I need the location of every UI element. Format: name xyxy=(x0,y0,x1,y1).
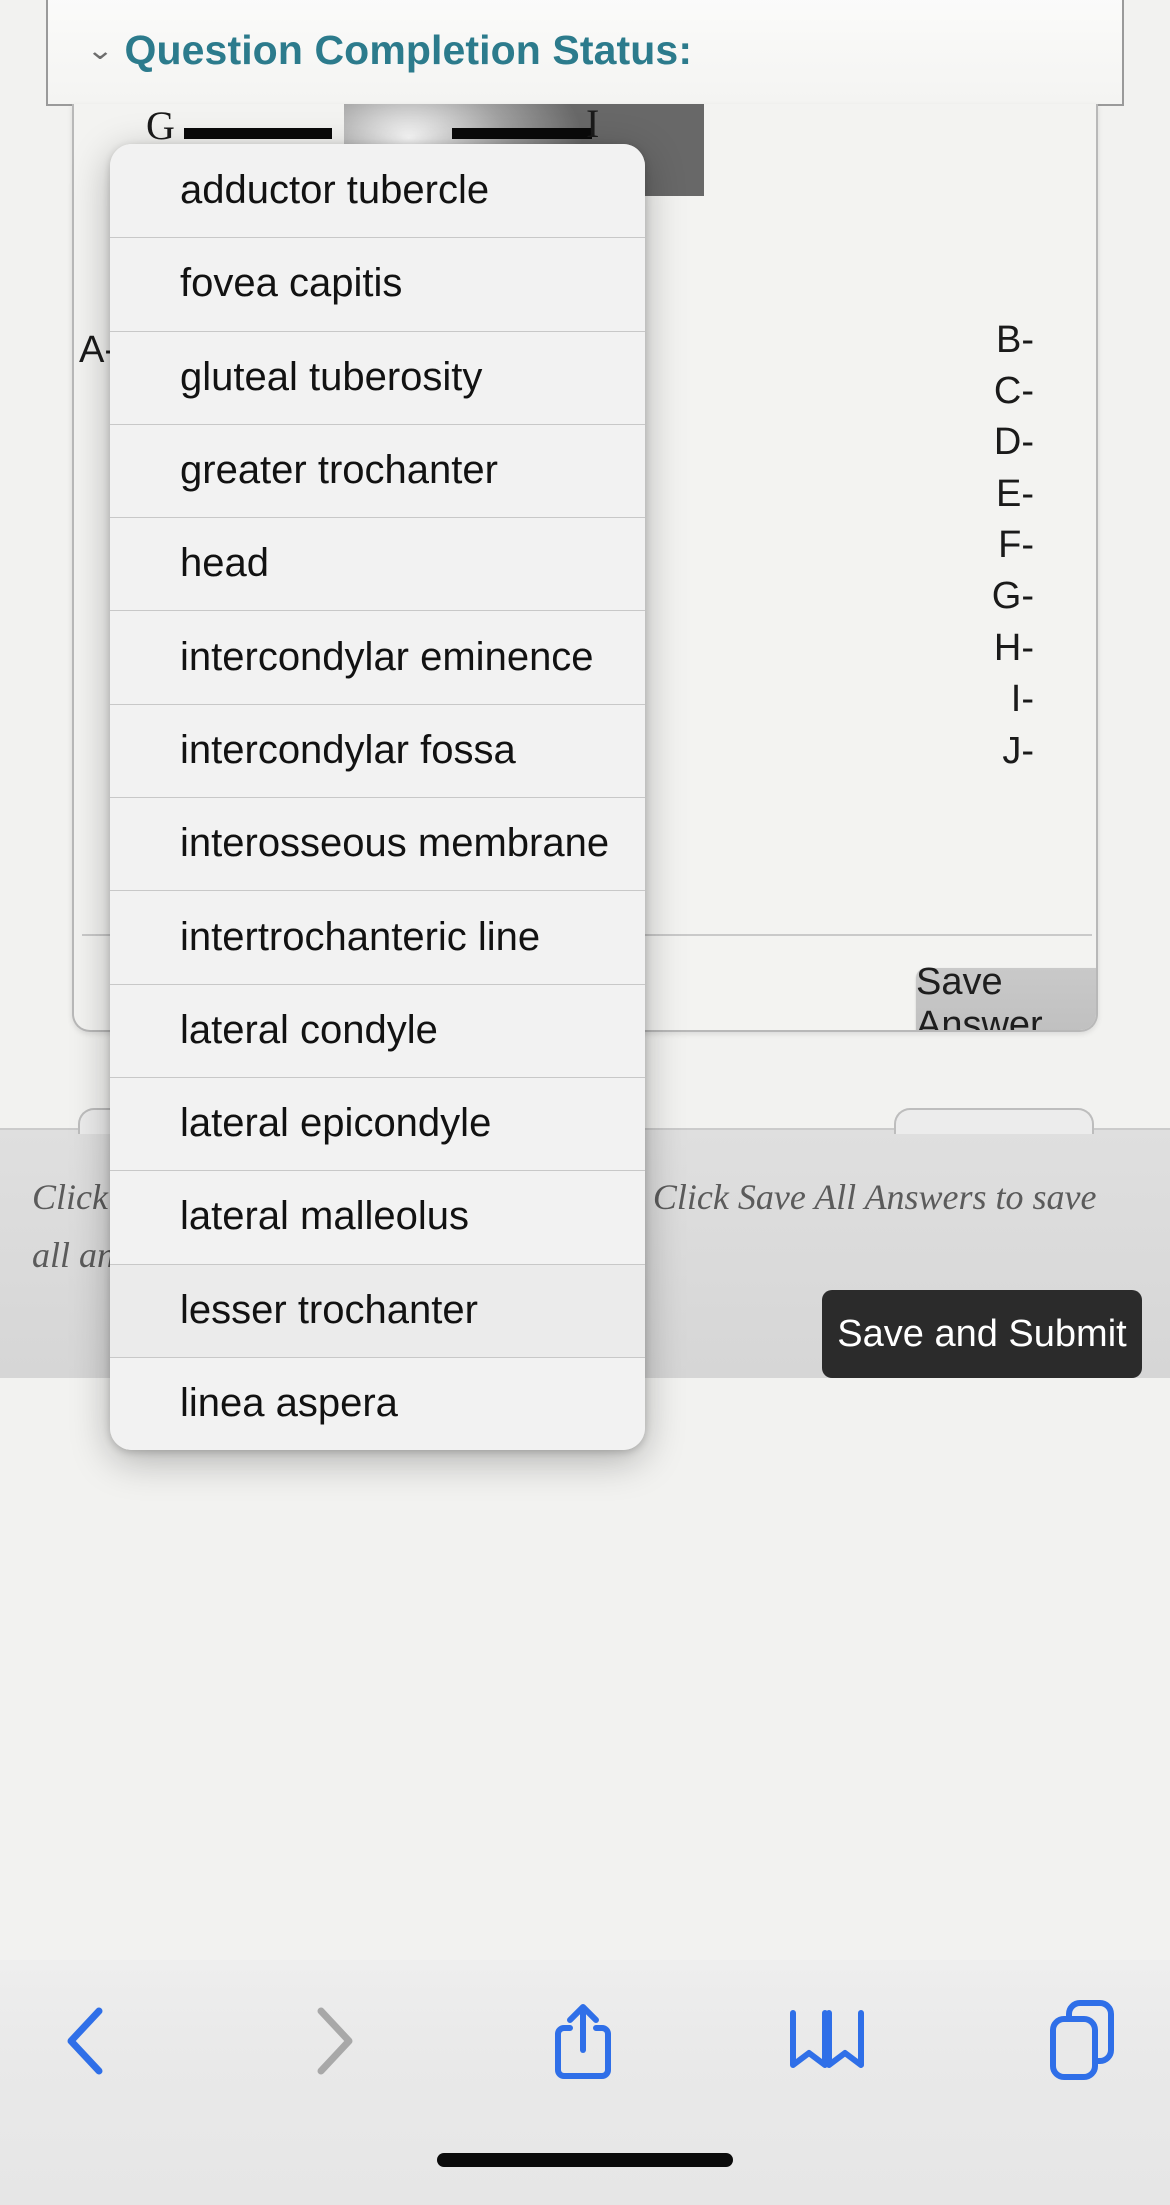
option-gluteal-tuberosity[interactable]: gluteal tuberosity xyxy=(110,330,645,424)
option-linea-aspera[interactable]: linea aspera xyxy=(110,1356,645,1450)
option-intercondylar-eminence[interactable]: intercondylar eminence xyxy=(110,610,645,704)
bookmarks-button[interactable] xyxy=(772,1986,882,2096)
label-C: C- xyxy=(993,370,1034,412)
option-intertrochanteric-line[interactable]: intertrochanteric line xyxy=(110,890,645,984)
double-chevron-down-icon[interactable]: ⌄ xyxy=(86,36,115,63)
label-D: D- xyxy=(993,421,1034,463)
option-greater-trochanter[interactable]: greater trochanter xyxy=(110,423,645,518)
label-E: E- xyxy=(996,473,1034,515)
chevron-right-icon xyxy=(309,2005,361,2077)
save-and-submit-button[interactable]: Save and Submit xyxy=(822,1290,1142,1378)
label-J: J- xyxy=(1002,730,1034,772)
leader-line-G xyxy=(184,128,332,139)
leader-line-I xyxy=(452,128,592,139)
option-adductor-tubercle[interactable]: adductor tubercle xyxy=(110,144,645,238)
safari-toolbar xyxy=(0,1960,1170,2205)
share-button[interactable] xyxy=(528,1986,638,2096)
option-intercondylar-fossa[interactable]: intercondylar fossa xyxy=(110,703,645,798)
option-lateral-condyle[interactable]: lateral condyle xyxy=(110,983,645,1077)
save-answer-button[interactable]: Save Answer xyxy=(916,961,1096,1030)
question-completion-status-label: Question Completion Status: xyxy=(124,26,693,73)
label-B: B- xyxy=(996,319,1034,361)
forward-button[interactable] xyxy=(280,1986,390,2096)
figure-label-I: I xyxy=(586,104,600,146)
question-completion-status-bar[interactable]: ⌄ Question Completion Status: xyxy=(46,0,1124,106)
label-G: G- xyxy=(991,575,1034,617)
option-head[interactable]: head xyxy=(110,517,645,611)
home-indicator xyxy=(437,2153,733,2167)
label-F: F- xyxy=(998,524,1034,566)
tabs-icon xyxy=(1047,1999,1123,2083)
back-button[interactable] xyxy=(30,1986,140,2096)
option-lesser-trochanter[interactable]: lesser trochanter xyxy=(110,1263,645,1357)
option-lateral-epicondyle[interactable]: lateral epicondyle xyxy=(110,1076,645,1171)
label-I: I- xyxy=(1010,678,1034,720)
chevron-left-icon xyxy=(59,2005,111,2077)
option-fovea-capitis[interactable]: fovea capitis xyxy=(110,237,645,331)
option-lateral-malleolus[interactable]: lateral malleolus xyxy=(110,1170,645,1264)
share-up-icon xyxy=(552,2000,614,2082)
tabs-button[interactable] xyxy=(1030,1986,1140,2096)
screen: ⌄ Question Completion Status: G I A- B- … xyxy=(0,0,1170,2205)
label-H: H- xyxy=(993,627,1034,669)
panel-notch-right xyxy=(894,1108,1094,1134)
figure-label-G: G xyxy=(146,104,175,148)
book-icon xyxy=(787,2009,867,2073)
select-options-popover[interactable]: adductor tubercle fovea capitis gluteal … xyxy=(110,144,645,1450)
option-interosseous-membrane[interactable]: interosseous membrane xyxy=(110,797,645,891)
